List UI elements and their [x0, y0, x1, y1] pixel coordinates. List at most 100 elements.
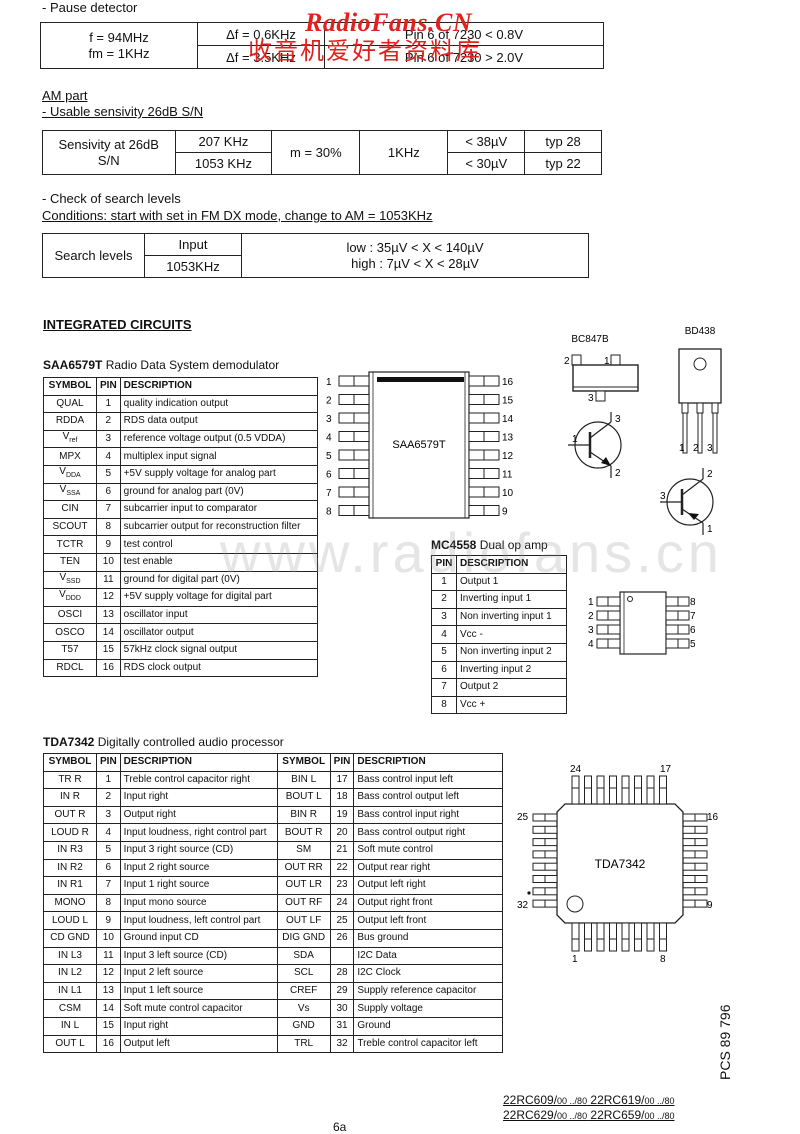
pin-description: Output left	[119, 1034, 278, 1054]
symbol-text: MPX	[59, 450, 81, 462]
pin-number: 1	[96, 394, 121, 414]
pin-lead	[596, 775, 605, 805]
pin-row: TR R 1 Treble control capacitor right BIN L…	[43, 770, 503, 790]
pin-number: 3	[96, 429, 121, 449]
bd438-pin2-label: 2	[693, 443, 699, 454]
model-22rc659: 22RC659/	[587, 1108, 645, 1122]
pin-lead	[609, 922, 617, 952]
model-variant: 00 ../80	[644, 1111, 675, 1121]
pin-description: Input loudness, left control part	[119, 911, 278, 930]
pin-row: IN L 15 Input right GND 31 Ground	[43, 1016, 503, 1036]
pin-number: 10	[96, 928, 121, 948]
pin-lead	[584, 775, 592, 805]
tda7342-pin-label-25: 25	[517, 812, 529, 823]
pin-number: 30	[329, 999, 355, 1018]
pin-symbol: BIN R	[276, 805, 331, 825]
pin-symbol: MONO	[43, 893, 97, 913]
pin-row: OSCI 13 oscillator input	[43, 605, 319, 625]
pin-description: Output left right	[353, 876, 503, 895]
pin-number: 16	[96, 658, 121, 678]
symbol-subscript: SSA	[66, 489, 81, 497]
pin-description: Input mono source	[119, 893, 278, 913]
model-variant: 00 ../80	[557, 1111, 588, 1121]
search-level-low: low : 35µV < X < 140µV	[346, 239, 484, 255]
pin-symbol: BOUT L	[276, 788, 331, 807]
pin-number: 13	[96, 605, 121, 625]
pin-symbol: VSSA	[43, 482, 97, 502]
symbol-text: V	[59, 589, 66, 601]
pin-row: RDCL 16 RDS clock output	[43, 658, 319, 678]
tda7342-pin-label-17: 17	[660, 764, 672, 775]
pin-description: Input 1 right source	[119, 876, 278, 895]
pin-label: 15	[502, 396, 514, 407]
pin-symbol: TR R	[43, 770, 97, 790]
model-list: 22RC609/00 ../80 22RC619/00 ../80 22RC62…	[503, 1093, 674, 1123]
pin-row: 6 Inverting input 2	[431, 660, 567, 680]
pin-label: 6	[690, 625, 695, 636]
pin-label: 4	[588, 639, 594, 650]
pin-row: OUT L 16 Output left TRL 32 Treble control ca…	[43, 1034, 503, 1054]
tda7342-name: TDA7342	[43, 735, 95, 749]
pin-description: subcarrier input to comparator	[119, 500, 319, 519]
tda7342-pin-label-24: 24	[570, 764, 582, 775]
pin-label: 16	[502, 377, 514, 388]
saa6579-package-diagram: SAA6579T 1 16 2 15 3 14 4 13 5 12 6 11 7 10 8 9	[326, 371, 514, 519]
pin-number: 9	[96, 535, 121, 554]
bd438-label: BD438	[685, 326, 716, 337]
pin-row: LOUD R 4 Input loudness, right control par…	[43, 823, 503, 842]
pin-symbol: VDDD	[43, 588, 97, 607]
tda7342-package-diagram: TDA7342 24 17 25 32 16 9 1 8	[517, 764, 719, 965]
pin-description: Input 3 left source (CD)	[119, 946, 278, 966]
pin-symbol: OUT RF	[276, 893, 331, 913]
pin-description: Input right	[119, 1016, 278, 1036]
pin-number: 6	[96, 482, 121, 502]
pin-number: 10	[96, 552, 121, 572]
pin-symbol: TCTR	[43, 535, 97, 554]
pin-row: 4 Vcc -	[431, 625, 567, 644]
search-levels-label: Search levels	[42, 233, 145, 278]
page-number: 6a	[333, 1120, 347, 1134]
pin-row: OSCO 14 oscillator output	[43, 623, 319, 642]
pin-row: VSSA 6 ground for analog part (0V)	[43, 482, 319, 502]
saa6579-chip-label: SAA6579T	[392, 439, 445, 451]
pin-row: VDDA 5 +5V supply voltage for analog part	[43, 464, 319, 484]
pin-description: Input right	[119, 788, 278, 807]
am-limit: < 38µV	[447, 130, 526, 153]
pin-number: 6	[431, 660, 457, 680]
pin-description: Input loudness, right control part	[119, 823, 278, 842]
bc847b-pin1-pad	[610, 354, 621, 366]
bc847b-pin3-pad	[595, 390, 606, 402]
pin-symbol: LOUD R	[43, 823, 97, 842]
am-frequency: 1053 KHz	[174, 152, 273, 175]
pin-number: 24	[329, 893, 355, 913]
pin-label: 7	[326, 488, 332, 499]
pin-number: 1	[96, 770, 121, 790]
pin-symbol: OUT L	[43, 1034, 97, 1054]
bc847b-pin3-label: 3	[588, 393, 594, 404]
pin-symbol: IN R2	[43, 858, 97, 878]
am-modulation: m = 30%	[271, 130, 361, 175]
pin-number: 2	[431, 590, 457, 609]
saa6579-top-bar	[377, 377, 464, 382]
pin-symbol: MPX	[43, 447, 97, 466]
pin-description: Input 1 left source	[119, 981, 278, 1001]
pin-label: 9	[502, 507, 508, 518]
col-pin: PIN	[96, 377, 121, 396]
pin-number: 9	[96, 911, 121, 930]
pin-label: 5	[326, 451, 332, 462]
am-typ: typ 22	[524, 152, 602, 175]
pin-symbol: IN L3	[43, 946, 97, 966]
pin-number: 13	[96, 981, 121, 1001]
pin-symbol: BIN L	[276, 770, 331, 790]
pin-label: 8	[326, 507, 332, 518]
tda7342-pin-label-9: 9	[707, 900, 713, 911]
pin-description: Output left front	[353, 911, 503, 930]
pin-description: Non inverting input 2	[456, 642, 567, 662]
symbol-text: T57	[61, 644, 79, 656]
pin-row: MPX 4 multiplex input signal	[43, 447, 319, 466]
pin-row: IN R2 6 Input 2 right source OUT RR 22 Output…	[43, 858, 503, 878]
am-part-subheading: - Usable sensivity 26dB S/N	[42, 104, 204, 119]
pin-description: Output right front	[353, 893, 503, 913]
pin-symbol: SCL	[276, 964, 331, 983]
pin-lead	[634, 775, 642, 805]
